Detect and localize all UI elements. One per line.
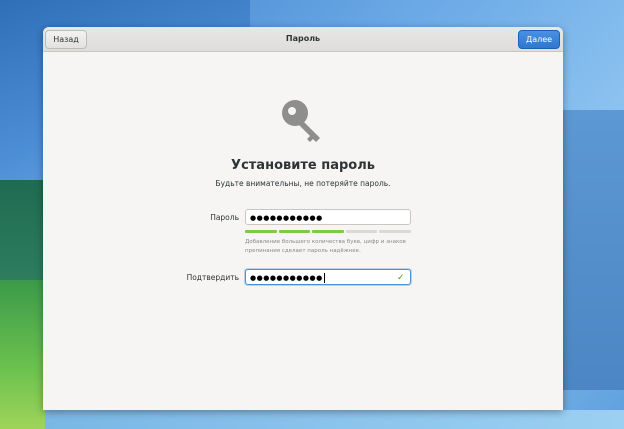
setup-window: Пароль Назад Далее Установите пароль Буд… (43, 27, 563, 410)
page-heading: Установите пароль (231, 158, 375, 173)
password-label: Пароль (210, 213, 239, 222)
strength-segment (245, 230, 277, 233)
password-field[interactable]: ●●●●●●●●●●● (245, 209, 411, 225)
strength-segment (278, 230, 311, 233)
password-value: ●●●●●●●●●●● (250, 214, 323, 222)
strength-segment (379, 230, 411, 233)
wallpaper-region (562, 110, 624, 390)
page-subheading: Будьте внимательны, не потеряйте пароль. (215, 179, 391, 188)
header-bar: Пароль Назад Далее (43, 27, 563, 52)
confirm-label: Подтвердить (186, 273, 239, 282)
checkmark-icon: ✓ (396, 273, 405, 283)
strength-segment (312, 230, 344, 233)
password-page: Установите пароль Будьте внимательны, не… (43, 52, 563, 410)
strength-segment (345, 230, 378, 233)
confirm-password-field[interactable]: ●●●●●●●●●●● ✓ (245, 269, 411, 285)
wallpaper-region (0, 180, 45, 280)
back-button[interactable]: Назад (45, 30, 87, 49)
next-button[interactable]: Далее (518, 30, 560, 49)
key-icon (282, 100, 320, 142)
wallpaper-region (0, 280, 45, 429)
password-strength-bar (245, 230, 411, 234)
window-title: Пароль (285, 34, 321, 43)
strength-hint: Добавление большего количества букв, циф… (245, 239, 406, 254)
wallpaper-region (45, 410, 624, 429)
confirm-value: ●●●●●●●●●●● (250, 274, 323, 282)
text-cursor (323, 273, 325, 283)
